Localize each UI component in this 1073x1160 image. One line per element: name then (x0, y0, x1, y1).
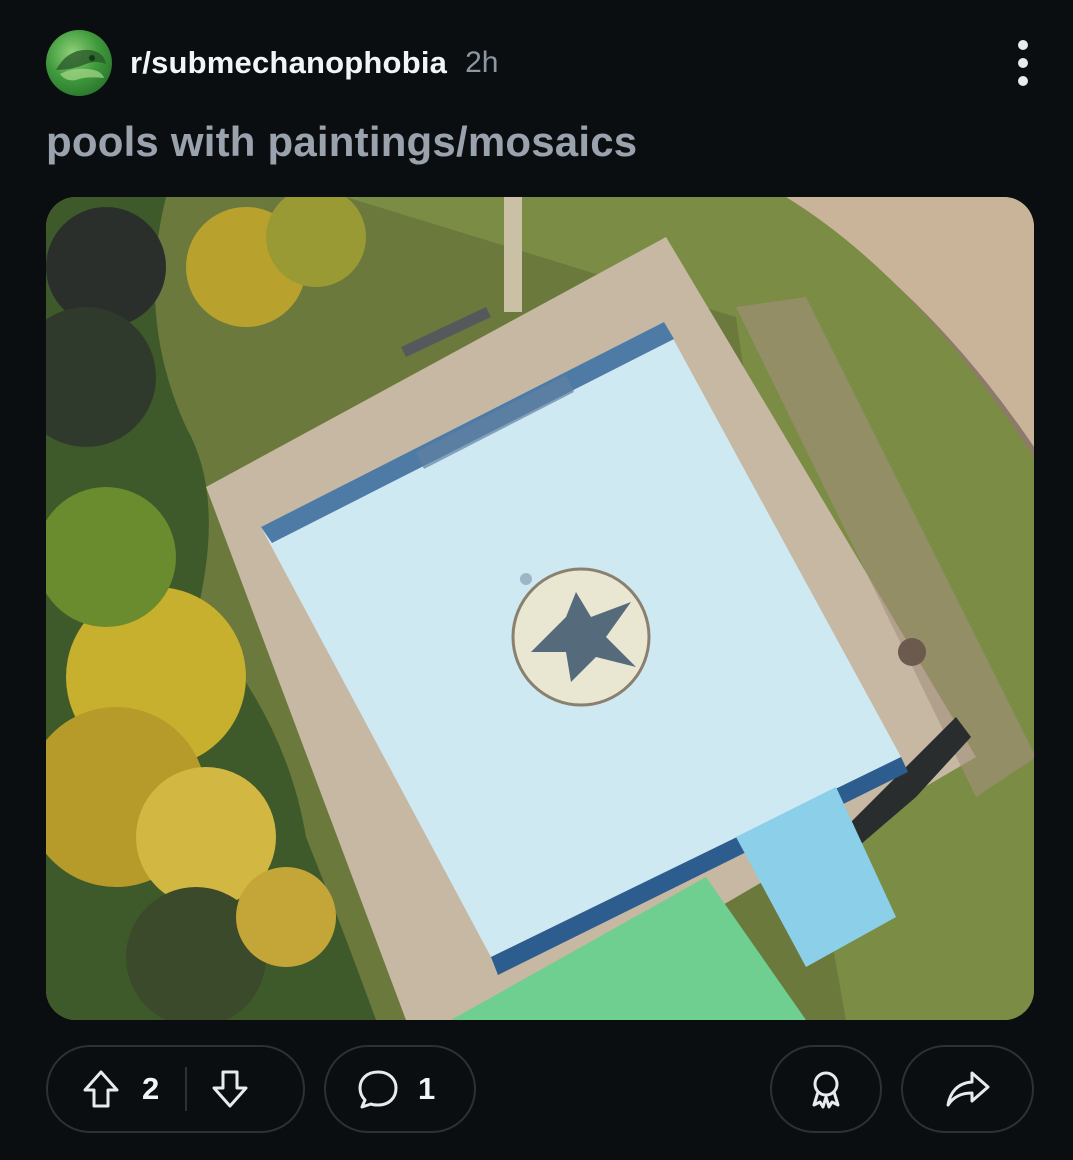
award-icon (804, 1067, 848, 1111)
post-image[interactable] (46, 197, 1034, 1020)
share-arrow-icon (944, 1067, 992, 1111)
vote-divider (185, 1067, 188, 1111)
arrow-up-icon[interactable] (80, 1068, 122, 1110)
post-title[interactable]: pools with paintings/mosaics (46, 118, 637, 166)
subreddit-name[interactable]: r/submechanophobia (130, 45, 447, 81)
vote-pill: 2 (46, 1045, 305, 1133)
post-header: r/submechanophobia 2h (46, 28, 1033, 98)
more-dot (1018, 58, 1028, 68)
subreddit-avatar[interactable] (46, 30, 112, 96)
pool-aerial-image (46, 197, 1034, 1020)
comment-bubble-icon (356, 1067, 400, 1111)
more-options-button[interactable] (1005, 33, 1041, 93)
post-actions: 2 1 (46, 1045, 1034, 1135)
comment-count: 1 (418, 1071, 436, 1106)
post-age: 2h (465, 46, 499, 79)
award-button[interactable] (770, 1045, 882, 1133)
share-button[interactable] (901, 1045, 1034, 1133)
post-card[interactable]: r/submechanophobia 2h pools with paintin… (0, 0, 1073, 1160)
more-dot (1018, 76, 1028, 86)
more-dot (1018, 40, 1028, 50)
avatar-icon (56, 49, 106, 81)
upvote-count: 2 (142, 1071, 160, 1106)
comment-button[interactable]: 1 (324, 1045, 476, 1133)
arrow-down-icon[interactable] (209, 1068, 251, 1110)
